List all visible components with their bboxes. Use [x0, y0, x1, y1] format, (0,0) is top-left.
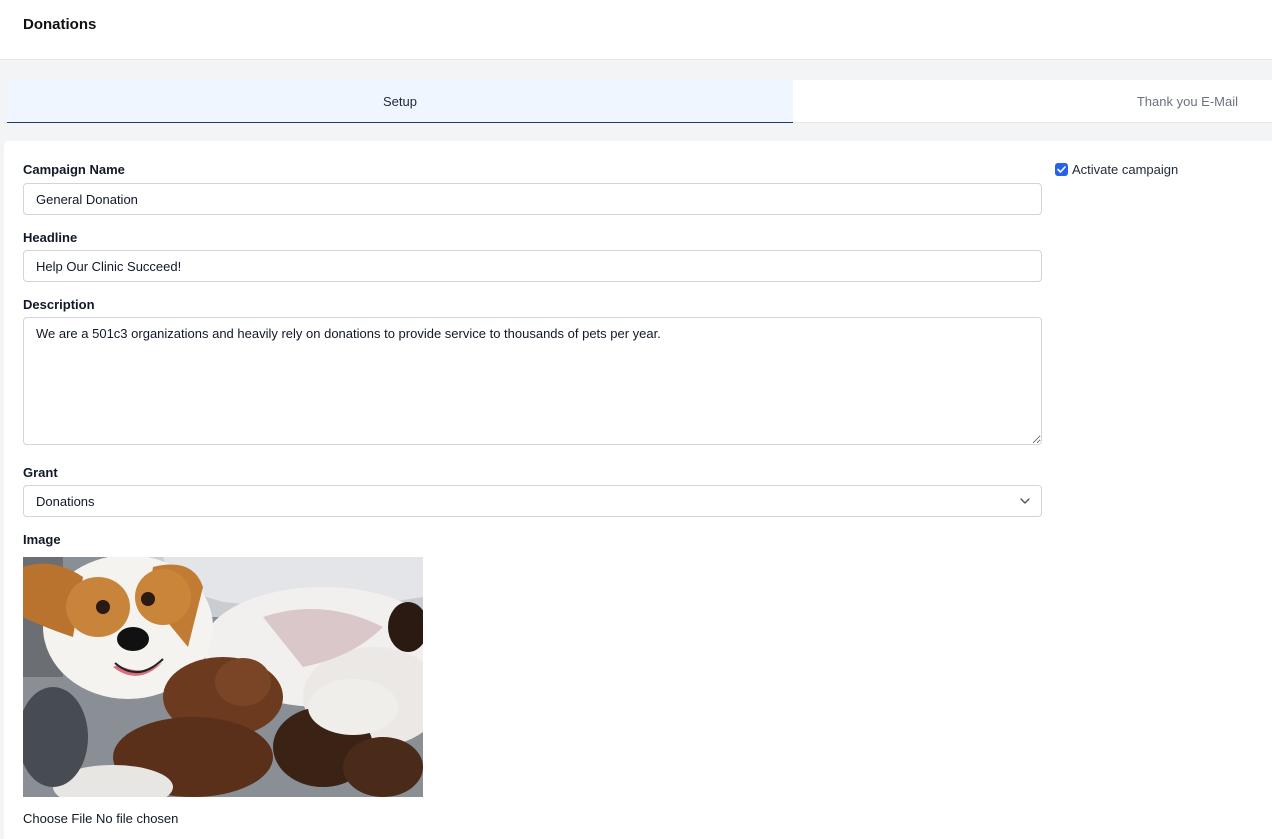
file-status: No file chosen [96, 811, 179, 826]
description-label: Description [23, 297, 95, 312]
grant-label: Grant [23, 465, 58, 480]
headline-label: Headline [23, 230, 78, 245]
choose-file-button[interactable]: Choose File [23, 811, 92, 826]
grant-selected-value: Donations [36, 493, 95, 509]
campaign-image [23, 557, 423, 797]
chevron-down-icon [1020, 498, 1030, 504]
activate-campaign-checkbox[interactable] [1055, 163, 1068, 176]
image-label: Image [23, 532, 61, 547]
page-title: Donations [23, 16, 97, 33]
tab-thank-you-email[interactable]: Thank you E-Mail [793, 80, 1272, 123]
tab-bar: Setup Thank you E-Mail [4, 80, 1272, 123]
grant-select[interactable]: Donations [23, 485, 1042, 517]
setup-panel: Campaign Name Headline Description We ar… [4, 141, 1272, 839]
checkmark-icon [1057, 166, 1066, 173]
file-upload: Choose File No file chosen [23, 811, 178, 826]
dog-with-puppies-photo [23, 557, 423, 797]
page-header: Donations [0, 0, 1272, 60]
campaign-name-input[interactable] [23, 183, 1042, 215]
headline-input[interactable] [23, 250, 1042, 282]
activate-campaign-toggle[interactable]: Activate campaign [1055, 162, 1178, 177]
campaign-name-label: Campaign Name [23, 162, 125, 177]
activate-campaign-label: Activate campaign [1072, 162, 1179, 177]
tab-setup[interactable]: Setup [7, 80, 793, 123]
description-textarea[interactable]: We are a 501c3 organizations and heavily… [23, 317, 1042, 445]
